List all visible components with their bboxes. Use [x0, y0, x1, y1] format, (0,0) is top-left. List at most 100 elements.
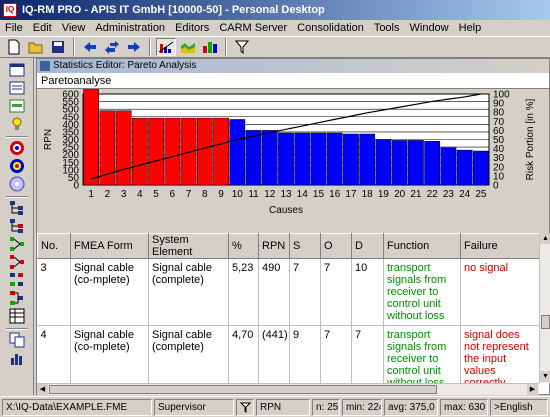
- menu-tools[interactable]: Tools: [369, 22, 405, 34]
- cell-s[interactable]: 9: [289, 325, 321, 383]
- bar: [424, 141, 441, 186]
- hierarchy-icon[interactable]: [9, 272, 25, 288]
- statistics-icon[interactable]: [9, 350, 25, 366]
- cell-rpn[interactable]: (441): [258, 325, 290, 383]
- area-chart-icon[interactable]: [178, 38, 198, 56]
- menu-administration[interactable]: Administration: [90, 22, 170, 34]
- col-header-rpn[interactable]: RPN: [258, 233, 290, 259]
- cell-failure[interactable]: no signal: [460, 258, 539, 326]
- x-tick-label: 13: [280, 189, 292, 200]
- menu-window[interactable]: Window: [405, 22, 454, 34]
- scroll-down-icon[interactable]: ▼: [540, 371, 550, 382]
- editor-title-bar: Statistics Editor: Pareto Analysis: [37, 59, 549, 73]
- function-net-icon[interactable]: [9, 236, 25, 252]
- menu-carm-server[interactable]: CARM Server: [214, 22, 292, 34]
- menu-view[interactable]: View: [57, 22, 91, 34]
- filter-icon[interactable]: [236, 399, 254, 416]
- status-language: >English: [490, 399, 548, 416]
- back-arrow-icon[interactable]: [80, 38, 100, 56]
- bar: [196, 117, 213, 186]
- new-document-icon[interactable]: [4, 38, 24, 56]
- col-header-fmea-form[interactable]: FMEA Form: [70, 233, 149, 259]
- table-row[interactable]: 4 Signal cable (co-mplete) Signal cable …: [37, 325, 539, 383]
- x-tick-label: 19: [378, 189, 390, 200]
- menu-edit[interactable]: Edit: [28, 22, 57, 34]
- menu-help[interactable]: Help: [454, 22, 487, 34]
- scroll-left-icon[interactable]: ◀: [37, 384, 48, 395]
- open-folder-icon[interactable]: [26, 38, 46, 56]
- col-header-system-element[interactable]: System Element: [148, 233, 229, 259]
- cd-icon[interactable]: [9, 176, 25, 192]
- scroll-right-icon[interactable]: ▶: [527, 384, 538, 395]
- save-icon[interactable]: [48, 38, 68, 56]
- x-tick-label: 5: [153, 189, 159, 200]
- bar-chart-icon[interactable]: [200, 38, 220, 56]
- grid-header-row: No. FMEA Form System Element % RPN S O D…: [37, 233, 539, 259]
- filter-icon[interactable]: [232, 38, 252, 56]
- cell-no[interactable]: 4: [37, 325, 71, 383]
- x-tick-label: 24: [459, 189, 471, 200]
- scroll-up-icon[interactable]: ▲: [540, 233, 550, 244]
- cell-o[interactable]: 7: [320, 325, 352, 383]
- target-icon[interactable]: [9, 158, 25, 174]
- window-title: IQ-RM PRO - APIS IT GmbH [10000-50] - Pe…: [22, 4, 325, 16]
- cell-failure[interactable]: signal does not represent the input valu…: [460, 325, 539, 383]
- forward-arrow-icon[interactable]: [124, 38, 144, 56]
- cell-function[interactable]: transport signals from receiver to contr…: [383, 258, 461, 326]
- bar: [213, 117, 229, 186]
- bar: [440, 147, 457, 186]
- pareto-chart[interactable]: 0501001502002503003504004505005506000102…: [37, 89, 549, 233]
- col-header-o[interactable]: O: [320, 233, 352, 259]
- lightbulb-icon[interactable]: [9, 116, 25, 132]
- x-tick-label: 20: [394, 189, 406, 200]
- cell-function[interactable]: transport signals from receiver to contr…: [383, 325, 461, 383]
- list-view-icon[interactable]: [9, 80, 25, 96]
- x-tick-label: 8: [202, 189, 208, 200]
- menu-editors[interactable]: Editors: [170, 22, 214, 34]
- cell-system-element[interactable]: Signal cable (complete): [148, 325, 229, 383]
- cell-fmea-form[interactable]: Signal cable (co-mplete): [70, 325, 149, 383]
- cell-percent[interactable]: 5,23: [228, 258, 259, 326]
- col-header-function[interactable]: Function: [383, 233, 461, 259]
- bar: [456, 149, 473, 186]
- col-header-d[interactable]: D: [351, 233, 384, 259]
- cell-rpn[interactable]: 490: [258, 258, 290, 326]
- bar: [131, 117, 148, 186]
- failure-net-icon[interactable]: [9, 254, 25, 270]
- swap-arrows-icon[interactable]: [102, 38, 122, 56]
- form-sheet-icon[interactable]: [9, 308, 25, 324]
- cell-s[interactable]: 7: [289, 258, 321, 326]
- hierarchy-icon[interactable]: [9, 290, 25, 306]
- cell-fmea-form[interactable]: Signal cable (co-mplete): [70, 258, 149, 326]
- scroll-thumb[interactable]: [49, 385, 437, 394]
- cell-no[interactable]: 3: [37, 258, 71, 326]
- pareto-chart-icon[interactable]: [156, 38, 176, 56]
- menu-file[interactable]: File: [0, 22, 28, 34]
- col-header-s[interactable]: S: [289, 233, 321, 259]
- results-grid: No. FMEA Form System Element % RPN S O D…: [37, 233, 539, 383]
- cell-percent[interactable]: 4,70: [228, 325, 259, 383]
- table-view-icon[interactable]: [9, 98, 25, 114]
- cell-system-element[interactable]: Signal cable (complete): [148, 258, 229, 326]
- target-icon[interactable]: [9, 140, 25, 156]
- cell-d[interactable]: 7: [351, 325, 384, 383]
- scroll-thumb[interactable]: [541, 315, 550, 329]
- table-row[interactable]: 3 Signal cable (co-mplete) Signal cable …: [37, 258, 539, 326]
- status-user: Supervisor: [154, 399, 234, 416]
- col-header-failure[interactable]: Failure: [460, 233, 539, 259]
- copy-icon[interactable]: [9, 332, 25, 348]
- tree-structure-icon[interactable]: [9, 218, 25, 234]
- cell-o[interactable]: 7: [320, 258, 352, 326]
- menu-consolidation[interactable]: Consolidation: [292, 22, 369, 34]
- bar: [180, 117, 197, 186]
- window-layout-icon[interactable]: [9, 62, 25, 78]
- col-header-percent[interactable]: %: [228, 233, 259, 259]
- y2-axis-label: Risk Portion [in %]: [525, 98, 536, 180]
- vertical-scrollbar[interactable]: ▲ ▼: [539, 233, 550, 383]
- status-avg: avg: 375,0: [384, 399, 438, 416]
- col-header-no[interactable]: No.: [37, 233, 71, 259]
- bar: [229, 119, 246, 186]
- tree-structure-icon[interactable]: [9, 200, 25, 216]
- cell-d[interactable]: 10: [351, 258, 384, 326]
- horizontal-scrollbar[interactable]: ◀ ▶: [37, 383, 539, 395]
